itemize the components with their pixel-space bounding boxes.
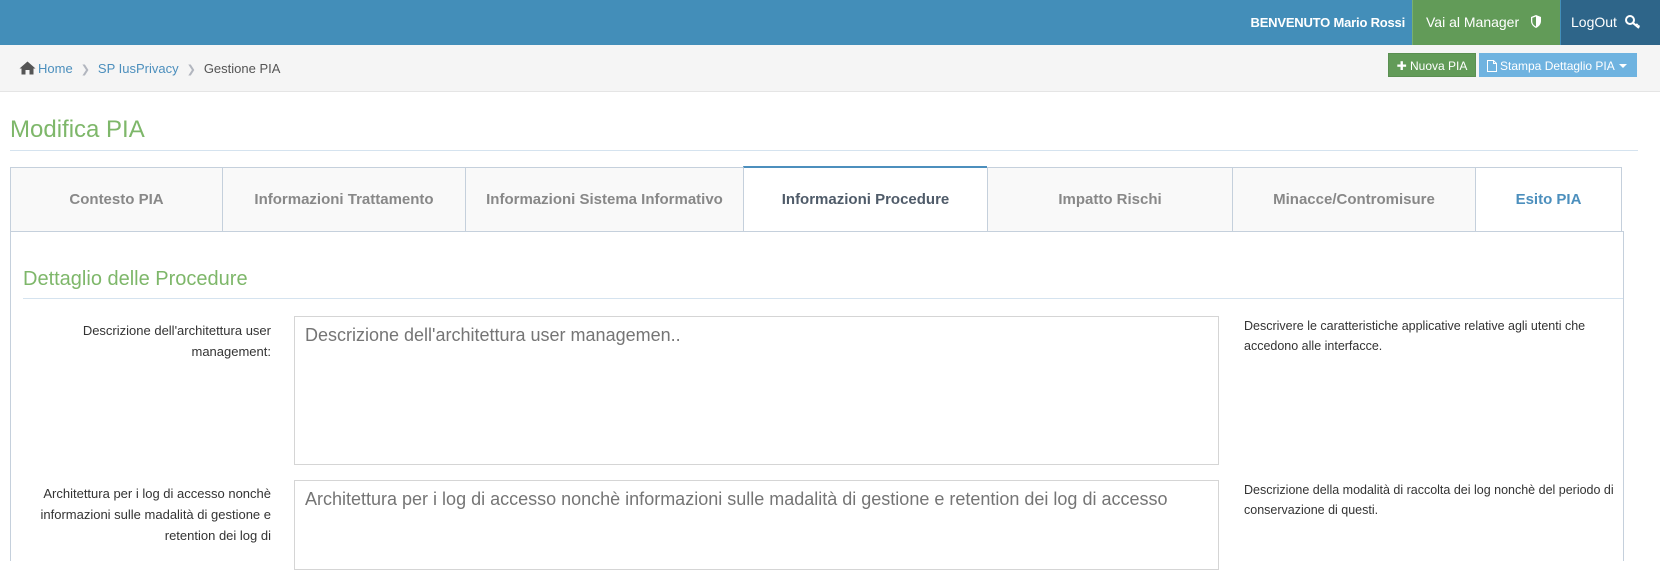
logout-label: LogOut: [1571, 14, 1617, 30]
top-navbar: [0, 0, 1660, 45]
user-management-label: Descrizione dell'architettura user manag…: [82, 323, 271, 359]
go-to-manager-button[interactable]: Vai al Manager: [1412, 0, 1560, 45]
section-title: Dettaglio delle Procedure: [23, 268, 248, 290]
chevron-right-icon: ❯: [80, 64, 90, 76]
user-name: Mario Rossi: [1333, 15, 1406, 30]
logout-button[interactable]: LogOut: [1561, 0, 1660, 45]
title-divider: [10, 150, 1638, 151]
new-pia-button[interactable]: ✚ Nuova PIA: [1388, 53, 1476, 77]
access-log-label: Architettura per i log di accesso nonchè…: [40, 486, 271, 543]
new-pia-label: Nuova PIA: [1410, 59, 1468, 73]
tab-informazioni-procedure[interactable]: Informazioni Procedure: [743, 166, 987, 232]
plus-icon: ✚: [1396, 59, 1407, 73]
tab-bar: Contesto PIA Informazioni Trattamento In…: [10, 166, 1622, 232]
tab-esito-pia[interactable]: Esito PIA: [1475, 167, 1622, 232]
breadcrumb: Home ❯ SP IusPrivacy ❯ Gestione PIA: [19, 45, 280, 92]
tab-informazioni-sistema-informativo[interactable]: Informazioni Sistema Informativo: [465, 167, 743, 232]
caret-down-icon: [1618, 64, 1627, 68]
chevron-right-icon: ❯: [186, 64, 196, 76]
breadcrumb-current: Gestione PIA: [203, 61, 281, 76]
page-title: Modifica PIA: [10, 116, 145, 143]
home-icon[interactable]: [19, 61, 36, 75]
tab-informazioni-trattamento[interactable]: Informazioni Trattamento: [222, 167, 465, 232]
breadcrumb-sp-iusprivacy-link[interactable]: SP IusPrivacy: [98, 61, 179, 76]
section-divider: [23, 298, 1623, 299]
tab-impatto-rischi[interactable]: Impatto Rischi: [987, 167, 1232, 232]
user-management-textarea[interactable]: [294, 316, 1219, 465]
access-log-textarea[interactable]: [294, 480, 1219, 570]
print-pia-detail-button[interactable]: Stampa Dettaglio PIA: [1479, 53, 1637, 77]
manager-label: Vai al Manager: [1426, 14, 1520, 30]
welcome-prefix: BENVENUTO: [1250, 15, 1331, 30]
document-icon: [1487, 60, 1497, 72]
access-log-help: Descrizione della modalità di raccolta d…: [1244, 483, 1614, 517]
tab-contesto-pia[interactable]: Contesto PIA: [10, 167, 222, 232]
tab-minacce-contromisure[interactable]: Minacce/Contromisure: [1232, 167, 1475, 232]
key-icon: [1624, 15, 1640, 29]
shield-icon: [1531, 15, 1542, 28]
user-management-help: Descrivere le caratteristiche applicativ…: [1244, 319, 1586, 353]
print-pia-label: Stampa Dettaglio PIA: [1500, 59, 1615, 73]
breadcrumb-home-link[interactable]: Home: [38, 61, 73, 76]
welcome-text: BENVENUTO Mario Rossi: [1251, 0, 1406, 45]
